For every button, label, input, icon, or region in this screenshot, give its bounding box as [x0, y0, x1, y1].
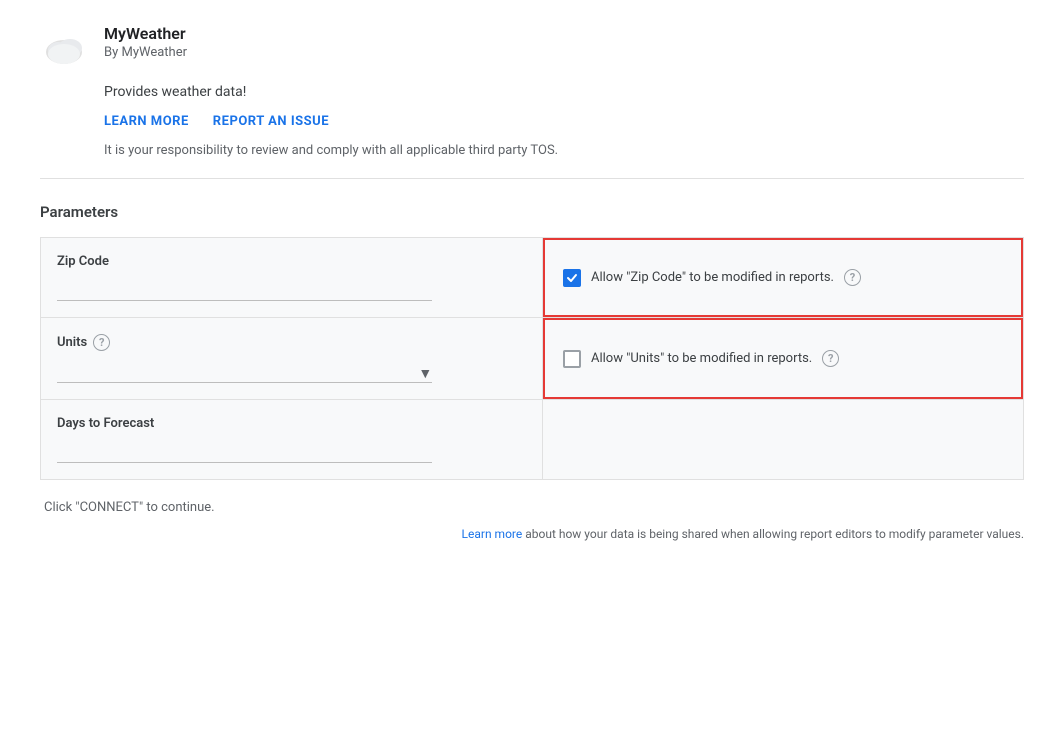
param-left-zipcode: Zip Code: [41, 238, 543, 317]
learn-more-link[interactable]: LEARN MORE: [104, 114, 189, 129]
app-icon: [40, 24, 88, 72]
parameters-title: Parameters: [40, 203, 1024, 221]
zipcode-allow-help-icon[interactable]: ?: [844, 269, 861, 286]
days-input[interactable]: [57, 443, 432, 463]
app-info: MyWeather By MyWeather: [104, 24, 187, 60]
param-right-units: Allow "Units" to be modified in reports.…: [543, 318, 1023, 399]
units-allow-text: Allow "Units" to be modified in reports.: [591, 351, 812, 366]
param-row-days: Days to Forecast: [40, 400, 1024, 480]
report-issue-link[interactable]: REPORT AN ISSUE: [213, 114, 329, 129]
section-divider: [40, 178, 1024, 179]
learn-more-footer: Learn more about how your data is being …: [44, 527, 1024, 541]
units-checkbox[interactable]: [563, 350, 581, 368]
app-description: Provides weather data!: [104, 84, 1024, 100]
zipcode-allow-wrapper: Allow "Zip Code" to be modified in repor…: [563, 269, 861, 287]
units-help-icon[interactable]: ?: [93, 334, 110, 351]
footer-learn-more-link[interactable]: Learn more: [462, 527, 523, 541]
footer-section: Click "CONNECT" to continue. Learn more …: [40, 500, 1024, 541]
units-dropdown-wrapper[interactable]: ▼: [57, 363, 432, 383]
param-label-zipcode: Zip Code: [57, 254, 526, 269]
zipcode-checkbox[interactable]: [563, 269, 581, 287]
footer-suffix-text: about how your data is being shared when…: [522, 527, 1024, 541]
parameters-section: Parameters Zip Code Allow "Zip Code" to …: [40, 203, 1024, 480]
tos-text: It is your responsibility to review and …: [104, 143, 1024, 158]
param-label-units: Units ?: [57, 334, 526, 351]
zipcode-input[interactable]: [57, 281, 432, 301]
click-connect-text: Click "CONNECT" to continue.: [44, 500, 1024, 515]
param-right-zipcode: Allow "Zip Code" to be modified in repor…: [543, 238, 1023, 317]
app-header: MyWeather By MyWeather: [40, 24, 1024, 72]
param-label-days: Days to Forecast: [57, 416, 526, 431]
app-links: LEARN MORE REPORT AN ISSUE: [104, 114, 1024, 129]
app-author: By MyWeather: [104, 45, 187, 60]
param-left-days: Days to Forecast: [41, 400, 543, 479]
zipcode-allow-text: Allow "Zip Code" to be modified in repor…: [591, 270, 834, 285]
app-name: MyWeather: [104, 24, 187, 43]
units-allow-help-icon[interactable]: ?: [822, 350, 839, 367]
param-left-units: Units ? ▼: [41, 318, 543, 399]
param-row-zipcode: Zip Code Allow "Zip Code" to be modified…: [40, 237, 1024, 318]
units-allow-wrapper: Allow "Units" to be modified in reports.…: [563, 350, 839, 368]
param-row-units: Units ? ▼ Allow "Units" to be modified i…: [40, 318, 1024, 400]
